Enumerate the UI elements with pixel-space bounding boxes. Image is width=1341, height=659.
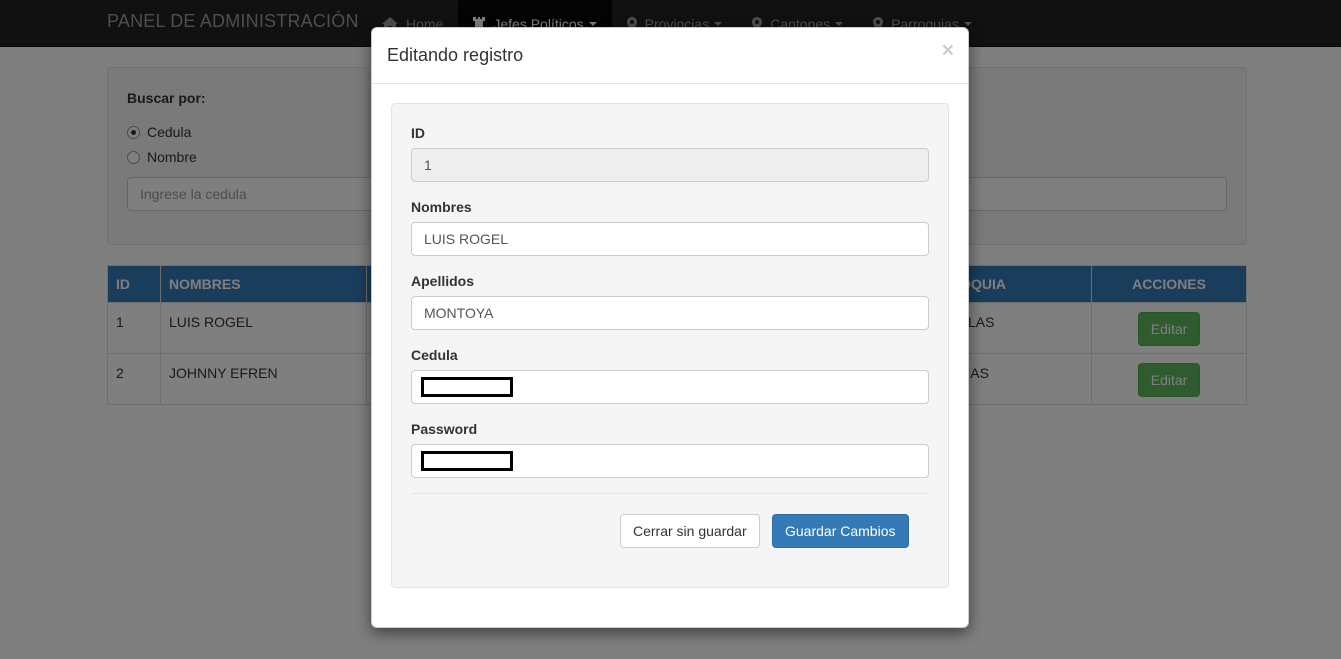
- cedula-field[interactable]: [411, 370, 929, 404]
- close-without-saving-button[interactable]: Cerrar sin guardar: [620, 514, 760, 548]
- id-field[interactable]: 1: [411, 148, 929, 182]
- modal-header: Editando registro ×: [372, 28, 968, 84]
- edit-form: ID 1 Nombres LUIS ROGEL Apellidos MONTOY…: [391, 103, 949, 588]
- label-id: ID: [411, 125, 425, 141]
- redaction-box: [421, 451, 513, 471]
- save-changes-button[interactable]: Guardar Cambios: [772, 514, 909, 548]
- redaction-box: [421, 377, 513, 397]
- apellidos-field[interactable]: MONTOYA: [411, 296, 929, 330]
- form-divider: [411, 493, 929, 494]
- nombres-field[interactable]: LUIS ROGEL: [411, 222, 929, 256]
- password-field[interactable]: [411, 444, 929, 478]
- label-apellidos: Apellidos: [411, 273, 475, 289]
- label-nombres: Nombres: [411, 199, 472, 215]
- edit-record-modal: Editando registro × ID 1 Nombres LUIS RO…: [371, 27, 969, 628]
- label-password: Password: [411, 421, 478, 437]
- close-icon[interactable]: ×: [942, 40, 954, 61]
- label-cedula: Cedula: [411, 347, 458, 363]
- modal-title: Editando registro: [387, 45, 524, 65]
